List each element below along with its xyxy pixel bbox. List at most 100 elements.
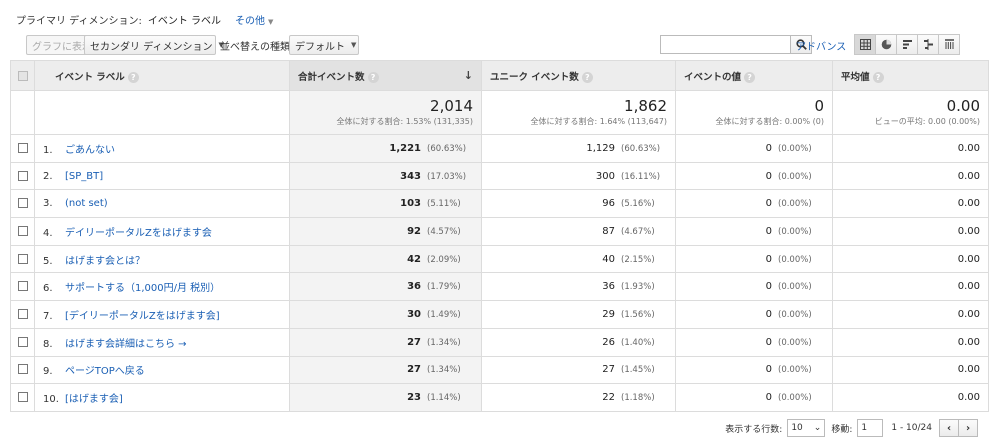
row-total-events-value: 1,221 (389, 142, 421, 154)
row-index: 6. (43, 283, 53, 295)
row-index: 8. (43, 338, 53, 350)
row-event-value-value: 0 (765, 392, 772, 404)
goto-row-input[interactable]: 1 (857, 419, 884, 437)
row-avg-value-value: 0.00 (957, 392, 980, 404)
row-avg-value-value: 0.00 (957, 225, 980, 237)
row-unique-events: 40 (2.15%) (481, 244, 676, 274)
help-icon[interactable]: ? (581, 71, 593, 83)
table-row: 7. [デイリーポータルZをはげます会] 30 (1.49%) 29 (1.56%) 0 (0… (10, 300, 989, 329)
row-checkbox[interactable] (17, 364, 28, 375)
header-total-events[interactable]: 合計イベント数? ↓ (289, 60, 482, 91)
row-label-cell: 1. ごあんない (34, 134, 290, 163)
search-input[interactable] (660, 35, 790, 54)
row-index: 10. (43, 394, 59, 406)
row-checkbox[interactable] (17, 198, 28, 209)
row-avg-value-value: 0.00 (957, 336, 980, 348)
row-event-value-value: 0 (765, 225, 772, 237)
row-select-cell (10, 134, 35, 163)
row-checkbox[interactable] (17, 170, 28, 181)
sort-type-dropdown[interactable]: デフォルト ▼ (289, 35, 359, 55)
row-label-link[interactable]: はげます会とは？ (65, 256, 145, 267)
row-checkbox[interactable] (17, 225, 28, 236)
row-event-value-pct: (0.00%) (778, 393, 812, 404)
row-unique-events-pct: (1.93%) (621, 282, 655, 293)
row-index: 9. (43, 366, 53, 378)
secondary-dimension-dropdown[interactable]: セカンダリ ディメンション ▼ (84, 35, 224, 55)
table-row: 10. [はげます会] 23 (1.14%) 22 (1.18%) 0 (0.00%) 0.00 (10, 383, 989, 412)
row-label-cell: 3. (not set) (34, 189, 290, 219)
row-label-link[interactable]: デイリーポータルZをはげます会 (65, 228, 212, 239)
row-total-events-pct: (5.11%) (427, 199, 461, 210)
row-label-link[interactable]: はげます会詳細はこちら → (65, 339, 187, 350)
header-avg-value[interactable]: 平均値? (832, 60, 989, 91)
row-total-events-pct: (1.14%) (427, 393, 461, 404)
row-checkbox[interactable] (17, 308, 28, 319)
row-event-value-pct: (0.00%) (778, 254, 812, 265)
row-unique-events-pct: (60.63%) (621, 143, 661, 154)
row-checkbox[interactable] (17, 392, 28, 403)
row-label-link[interactable]: [はげます会] (65, 394, 123, 405)
performance-view-button[interactable] (896, 34, 918, 55)
row-event-value: 0 (0.00%) (675, 355, 833, 385)
row-checkbox[interactable] (17, 281, 28, 292)
row-avg-value-value: 0.00 (957, 170, 980, 182)
table-row: 8. はげます会詳細はこちら → 27 (1.34%) 26 (1.40%) 0 (0.00%… (10, 327, 989, 357)
row-unique-events-value: 1,129 (586, 142, 615, 154)
header-event-value-text: イベントの値 (684, 71, 742, 83)
row-total-events: 27 (1.34%) (289, 355, 482, 385)
prev-page-button[interactable]: ‹ (939, 419, 959, 437)
help-icon[interactable]: ? (872, 71, 884, 83)
row-unique-events: 300 (16.11%) (481, 161, 676, 191)
other-dimensions-link[interactable]: その他 ▼ (235, 12, 273, 27)
row-label-link[interactable]: [SP_BT] (65, 171, 103, 182)
rows-per-page-select[interactable]: 10 ⌄ (787, 419, 826, 437)
header-unique-events-text: ユニーク イベント数 (490, 71, 579, 83)
row-total-events-pct: (1.49%) (427, 309, 461, 320)
next-page-button[interactable]: › (958, 419, 978, 437)
row-total-events-value: 103 (400, 198, 421, 210)
row-label-cell: 4. デイリーポータルZをはげます会 (34, 217, 290, 246)
row-total-events-pct: (60.63%) (427, 143, 467, 154)
advanced-filter-link[interactable]: アドバンス (796, 38, 846, 53)
row-total-events-pct: (1.79%) (427, 282, 461, 293)
row-unique-events-value: 36 (602, 281, 615, 293)
header-event-value[interactable]: イベントの値? (675, 60, 833, 91)
help-icon[interactable]: ? (127, 71, 139, 83)
row-event-value-value: 0 (765, 281, 772, 293)
row-total-events-value: 27 (407, 364, 421, 376)
row-unique-events-value: 40 (602, 253, 615, 265)
row-avg-value: 0.00 (832, 161, 989, 191)
help-icon[interactable]: ? (367, 71, 379, 83)
row-event-value-value: 0 (765, 170, 772, 182)
select-all-checkbox[interactable] (17, 70, 28, 81)
row-label-cell: 10. [はげます会] (34, 383, 290, 412)
row-checkbox[interactable] (17, 336, 28, 347)
row-unique-events-value: 29 (602, 308, 615, 320)
row-label-link[interactable]: ページTOPへ戻る (65, 366, 145, 377)
header-event-label[interactable]: イベント ラベル? (34, 60, 290, 91)
secondary-dimension-label: セカンダリ ディメンション (90, 41, 213, 53)
totals-total-events: 2,014 全体に対する割合: 1.53% (131,335) (289, 90, 482, 135)
row-total-events-value: 92 (407, 225, 421, 237)
row-avg-value: 0.00 (832, 189, 989, 219)
row-checkbox[interactable] (17, 253, 28, 264)
chevron-right-icon: › (965, 422, 971, 434)
row-event-value: 0 (0.00%) (675, 383, 833, 412)
row-unique-events: 1,129 (60.63%) (481, 134, 676, 163)
row-label-link[interactable]: サポートする（1,000円/月 税別） (65, 283, 220, 294)
totals-total-events-value: 2,014 (430, 97, 473, 115)
table-view-button[interactable] (854, 34, 876, 55)
row-total-events-pct: (1.34%) (427, 337, 461, 348)
row-checkbox[interactable] (17, 142, 28, 153)
pie-view-button[interactable] (875, 34, 897, 55)
row-label-link[interactable]: (not set) (65, 198, 108, 209)
row-total-events-pct: (2.09%) (427, 254, 461, 265)
header-unique-events[interactable]: ユニーク イベント数? (481, 60, 676, 91)
comparison-view-button[interactable] (917, 34, 939, 55)
totals-unique-events: 1,862 全体に対する割合: 1.64% (113,647) (481, 90, 676, 135)
pivot-view-button[interactable] (938, 34, 960, 55)
pivot-table-icon (944, 39, 954, 49)
help-icon[interactable]: ? (744, 71, 756, 83)
row-label-link[interactable]: [デイリーポータルZをはげます会] (65, 311, 220, 322)
row-label-link[interactable]: ごあんない (65, 145, 115, 156)
